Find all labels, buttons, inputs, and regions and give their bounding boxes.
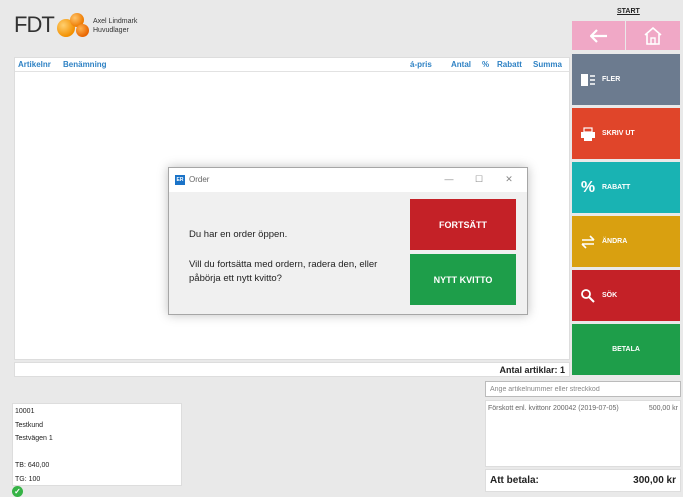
print-label: SKRIV UT xyxy=(602,130,635,137)
more-label: FLER xyxy=(602,76,621,83)
table-header: Artikelnr Benämning á-pris Antal % Rabat… xyxy=(15,58,569,72)
order-dialog: ER Order — ☐ ✕ Du har en order öppen. Vi… xyxy=(168,167,528,315)
print-button[interactable]: SKRIV UT xyxy=(572,108,680,159)
home-button[interactable] xyxy=(626,21,680,50)
dialog-title: Order xyxy=(189,175,210,184)
article-search-input[interactable] xyxy=(485,381,681,397)
search-label: SÖK xyxy=(602,292,618,299)
column-header-antal[interactable]: Antal xyxy=(451,60,471,69)
receipt-lines: Förskott enl. kvittonr 200042 (2019-07-0… xyxy=(485,400,681,467)
maximize-icon[interactable]: ☐ xyxy=(472,173,486,186)
item-count: Antal artiklar: 1 xyxy=(499,365,565,375)
home-icon xyxy=(644,26,662,45)
column-header-summa[interactable]: Summa xyxy=(533,60,562,69)
dialog-message: Du har en order öppen. xyxy=(189,229,288,240)
more-icon xyxy=(580,72,596,88)
dialog-titlebar[interactable]: ER Order — ☐ ✕ xyxy=(169,168,527,192)
dialog-question: Vill du fortsätta med ordern, radera den… xyxy=(189,259,378,284)
customer-tb: TB: 640,00 xyxy=(15,462,50,469)
swap-icon xyxy=(580,234,596,250)
pay-button[interactable]: BETALA xyxy=(572,324,680,375)
logo: FDT xyxy=(14,12,91,38)
back-button[interactable] xyxy=(572,21,625,50)
close-icon[interactable]: ✕ xyxy=(502,173,516,186)
new-receipt-button[interactable]: NYTT KVITTO xyxy=(410,254,516,305)
customer-panel[interactable]: 10001 Testkund Testvägen 1 TB: 640,00 TG… xyxy=(12,403,182,486)
app-icon: ER xyxy=(175,175,185,185)
pay-label: BETALA xyxy=(612,346,640,353)
minimize-icon[interactable]: — xyxy=(442,173,456,186)
customer-name: Testkund xyxy=(15,421,44,429)
column-header-apris[interactable]: á-pris xyxy=(410,60,432,69)
column-header-rabatt[interactable]: Rabatt xyxy=(497,60,522,69)
search-icon xyxy=(580,288,596,304)
start-link[interactable]: START xyxy=(617,8,640,15)
logo-text: FDT xyxy=(14,12,55,37)
column-header-artikelnr[interactable]: Artikelnr xyxy=(18,60,51,69)
percent-icon: % xyxy=(580,178,596,196)
discount-label: RABATT xyxy=(602,184,631,191)
column-header-benamning[interactable]: Benämning xyxy=(63,60,107,69)
column-header-percent[interactable]: % xyxy=(482,60,489,69)
store-name: Huvudlager xyxy=(93,27,129,34)
discount-button[interactable]: % RABATT xyxy=(572,162,680,213)
item-count-bar: Antal artiklar: 1 xyxy=(14,362,570,377)
edit-button[interactable]: ÄNDRA xyxy=(572,216,680,267)
amount-due-label: Att betala: xyxy=(490,475,539,486)
receipt-line-amount: 500,00 kr xyxy=(648,405,678,412)
user-info: Axel Lindmark Huvudlager xyxy=(93,17,137,35)
receipt-line-description: Förskott enl. kvittonr 200042 (2019-07-0… xyxy=(488,405,619,412)
check-icon: ✓ xyxy=(12,486,23,497)
amount-due-panel: Att betala: 300,00 kr xyxy=(485,469,681,492)
continue-button[interactable]: FORTSÄTT xyxy=(410,199,516,250)
search-button[interactable]: SÖK xyxy=(572,270,680,321)
more-button[interactable]: FLER xyxy=(572,54,680,105)
customer-address: Testvägen 1 xyxy=(15,435,53,442)
arrow-left-icon xyxy=(589,28,607,43)
printer-icon xyxy=(580,126,596,142)
customer-tg: TG: 100 xyxy=(15,475,41,483)
edit-label: ÄNDRA xyxy=(602,238,628,245)
amount-due-value: 300,00 kr xyxy=(633,475,676,486)
user-name: Axel Lindmark xyxy=(93,18,138,25)
customer-number: 10001 xyxy=(15,408,35,415)
logo-graphic xyxy=(56,12,91,38)
